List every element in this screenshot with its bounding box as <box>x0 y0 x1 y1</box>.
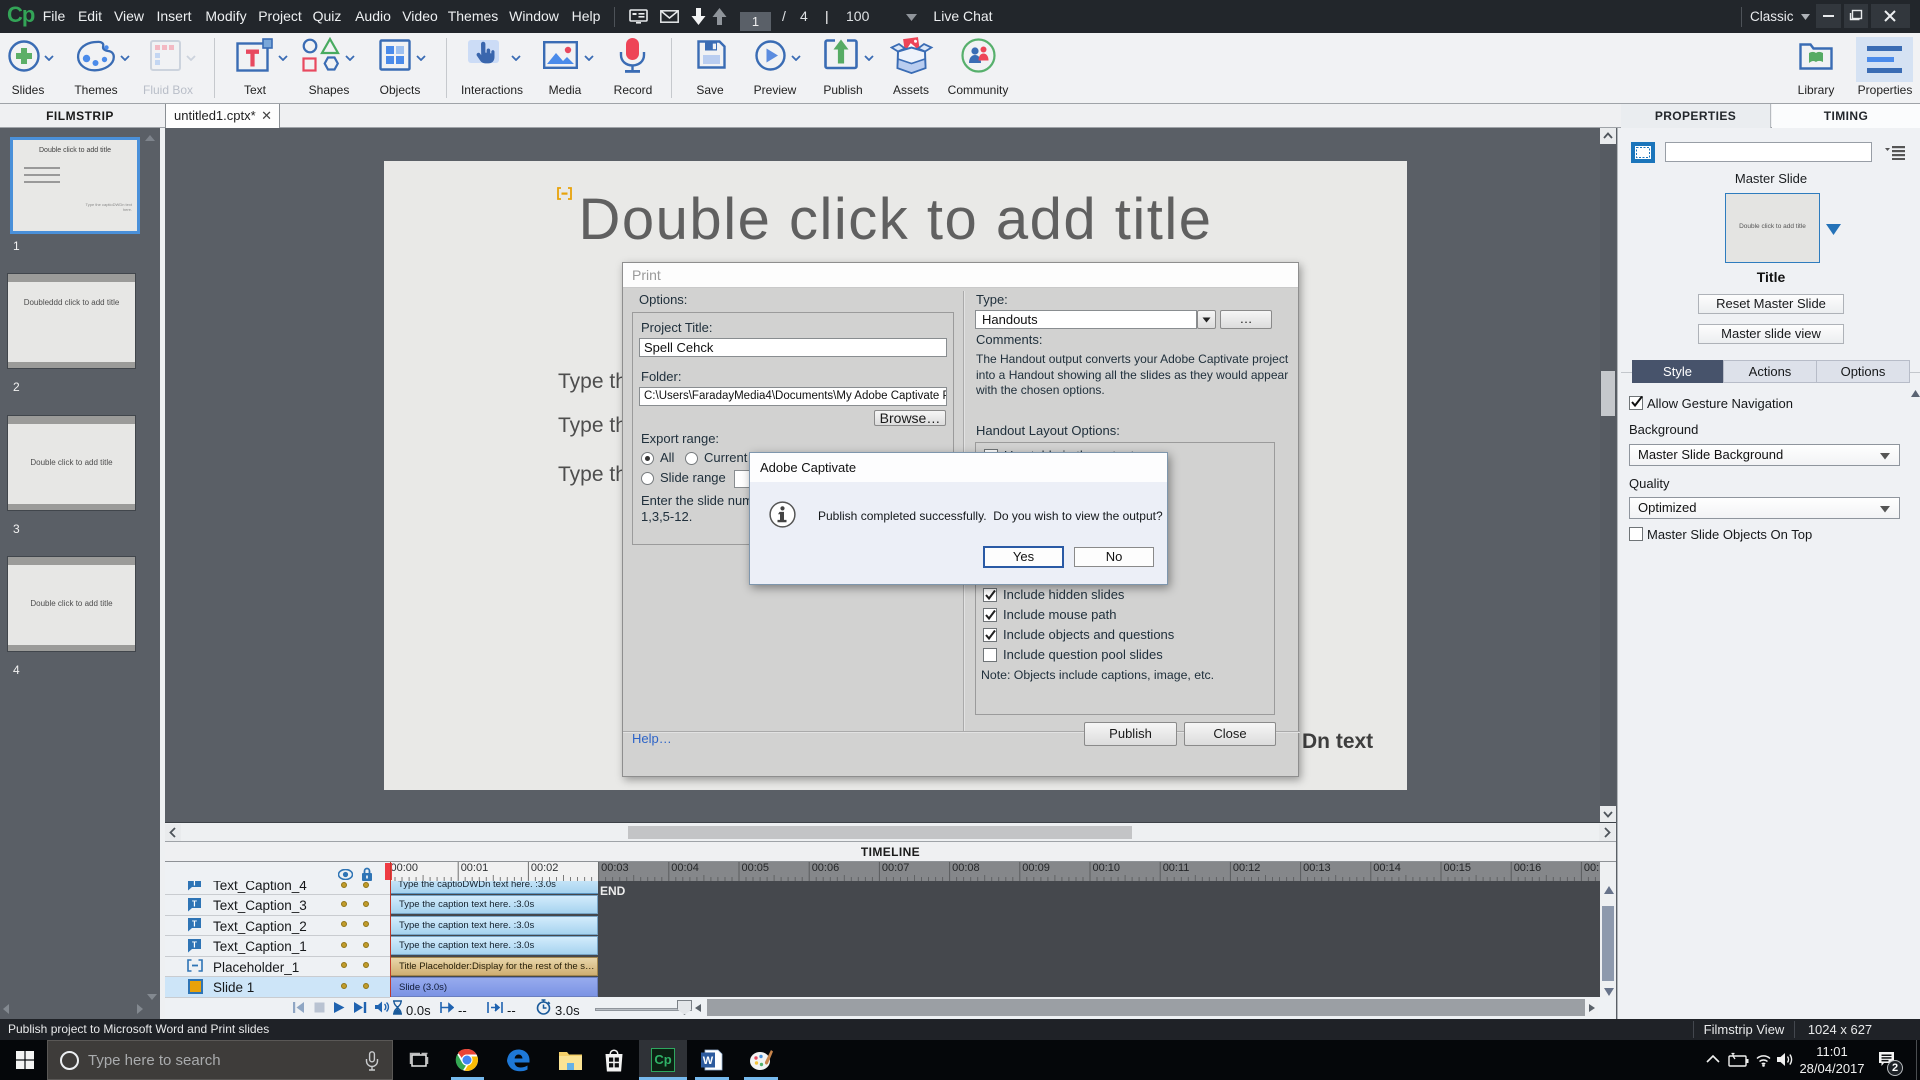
svg-text:00:12: 00:12 <box>1233 862 1261 874</box>
svg-text:00:04: 00:04 <box>671 862 699 874</box>
svg-text:00:09: 00:09 <box>1022 862 1050 874</box>
svg-text:00:05: 00:05 <box>742 862 770 874</box>
svg-text:00:01: 00:01 <box>461 862 489 874</box>
svg-text:00:03: 00:03 <box>601 862 629 874</box>
svg-text:T: T <box>192 899 197 908</box>
svg-text:00:14: 00:14 <box>1373 862 1401 874</box>
svg-text:T: T <box>192 940 197 949</box>
svg-text:00:11: 00:11 <box>1163 862 1190 874</box>
svg-text:W: W <box>703 1055 714 1067</box>
svg-text:00:13: 00:13 <box>1303 862 1331 874</box>
svg-text:00:16: 00:16 <box>1514 862 1542 874</box>
svg-text:00:17: 00:17 <box>1584 862 1600 874</box>
svg-text:00:15: 00:15 <box>1444 862 1472 874</box>
svg-text:00:02: 00:02 <box>531 862 559 874</box>
svg-text:00:08: 00:08 <box>952 862 980 874</box>
svg-text:00:06: 00:06 <box>812 862 840 874</box>
svg-text:00:00: 00:00 <box>391 862 419 874</box>
svg-text:00:10: 00:10 <box>1093 862 1121 874</box>
svg-text:00:07: 00:07 <box>882 862 910 874</box>
svg-text:T: T <box>192 920 197 929</box>
